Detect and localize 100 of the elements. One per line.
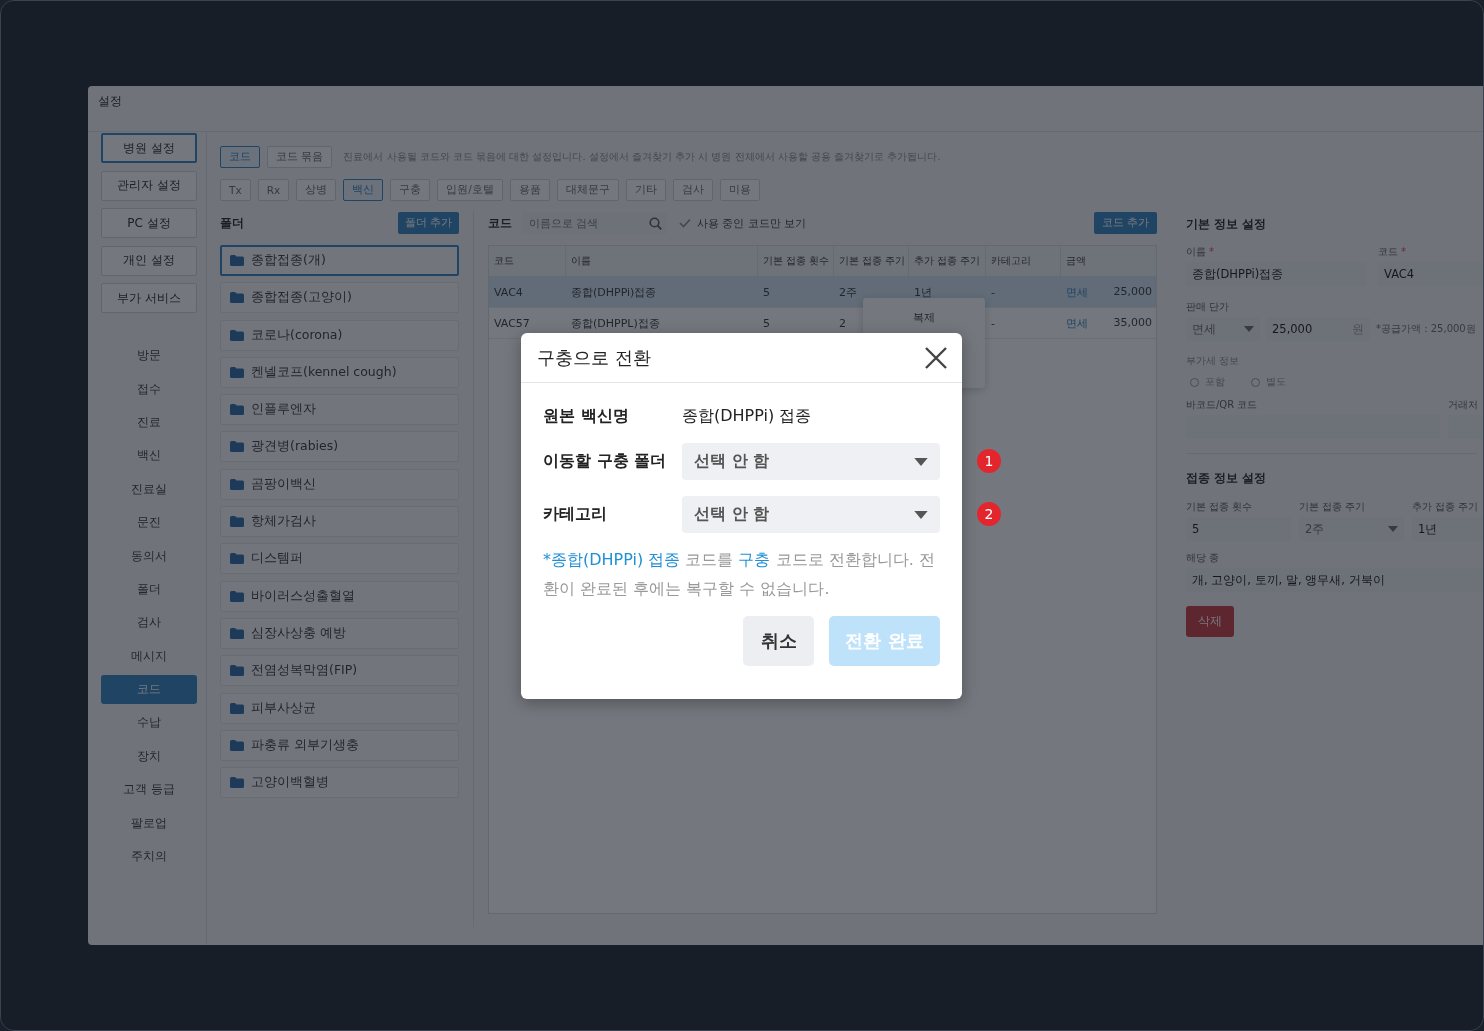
column-header: 추가 접종 주기: [909, 246, 986, 276]
nav-item[interactable]: 팔로업: [101, 806, 197, 840]
nav-item[interactable]: 메시지: [101, 639, 197, 673]
table-cell-text: 5: [762, 316, 771, 330]
nav-item[interactable]: 동의서: [101, 539, 197, 573]
delete-button[interactable]: 삭제: [1186, 606, 1234, 637]
nav-item[interactable]: 폴더: [101, 572, 197, 607]
table-cell-text: 35,000: [1112, 315, 1152, 331]
add-folder-button[interactable]: 폴더 추가: [397, 212, 459, 234]
folder-item[interactable]: 파충류 외부기생충: [220, 729, 459, 761]
tax-link[interactable]: 면세: [1061, 315, 1088, 331]
section-title: 기본 정보 설정: [1186, 216, 1268, 232]
filter-tab[interactable]: 미용: [719, 179, 760, 201]
close-icon[interactable]: [924, 345, 948, 370]
nav-item[interactable]: 접수: [101, 372, 197, 406]
table-row[interactable]: VAC4 종합(DHPPi)접종 5 2주 1년 - 면세 25,000: [489, 277, 1156, 308]
folder-icon: [230, 553, 244, 565]
folder-item[interactable]: 고양이백혈병: [220, 767, 459, 799]
nav-item[interactable]: 진료실: [101, 472, 197, 506]
nav-item[interactable]: 검사: [101, 606, 197, 640]
nav-item[interactable]: 고객 등급: [101, 773, 197, 807]
folder-item[interactable]: 광견병(rabies): [220, 431, 459, 463]
nav-item[interactable]: 문진: [101, 505, 197, 540]
table-cell-text: 1년: [913, 284, 933, 300]
column-header: 카테고리: [986, 246, 1061, 276]
folder-item[interactable]: 피부사상균: [220, 692, 459, 724]
caret-icon: [1388, 526, 1398, 532]
folder-icon: [230, 255, 244, 266]
folder-icon: [230, 516, 244, 528]
filter-tab[interactable]: 코드: [220, 146, 260, 168]
folder-icon: [230, 627, 244, 639]
folder-item[interactable]: 디스템퍼: [220, 543, 459, 575]
table-cell-text: -: [990, 285, 996, 299]
folder-item[interactable]: 인플루엔자: [220, 394, 459, 426]
settings-tab[interactable]: 관리자 설정: [101, 170, 197, 201]
folder-item[interactable]: 곰팡이백신: [220, 468, 459, 500]
menu-item[interactable]: 복제: [903, 308, 945, 327]
folder-icon: [230, 366, 244, 378]
search-icon: [649, 216, 662, 230]
field-label: 카테고리: [543, 504, 608, 525]
checkbox[interactable]: [679, 218, 691, 228]
filter-tab[interactable]: 입원/호텔: [437, 179, 503, 201]
filter-tab[interactable]: 검사: [672, 179, 713, 201]
folder-item[interactable]: 심장사상충 예방: [220, 617, 459, 649]
supply-price-note: *공급가액 : 25,000원: [1376, 322, 1476, 336]
field-label: 추가 접종 주기: [1412, 501, 1479, 512]
add-code-button[interactable]: 코드 추가: [1093, 212, 1157, 234]
caret-icon: [914, 510, 928, 519]
table-cell-text: VAC4: [493, 285, 524, 299]
cancel-button[interactable]: 취소: [743, 616, 814, 666]
required-mark: *: [1209, 246, 1214, 257]
select-field[interactable]: 선택 안 함: [682, 443, 940, 480]
caret-icon: [914, 457, 928, 466]
field-label: 이동할 구충 폴더: [543, 451, 668, 472]
folder-icon: [230, 292, 244, 304]
filter-tab[interactable]: 대체문구: [556, 179, 619, 201]
select-field[interactable]: 선택 안 함: [682, 496, 940, 533]
nav-item[interactable]: 주치의: [101, 839, 197, 874]
filter-tab[interactable]: 구충: [390, 179, 431, 201]
folder-item[interactable]: 종합접종(고양이): [220, 282, 459, 314]
settings-tab[interactable]: 병원 설정: [101, 133, 197, 163]
tax-link[interactable]: 면세: [1061, 284, 1088, 300]
folder-item[interactable]: 전염성복막염(FIP): [220, 655, 459, 687]
field-label: 판매 단가: [1186, 301, 1230, 312]
folder-icon: [230, 665, 244, 677]
table-cell-text: 2: [838, 316, 847, 330]
settings-tab[interactable]: 부가 서비스: [101, 283, 197, 313]
column-header: 기본 접종 횟수: [758, 246, 834, 276]
nav-item[interactable]: 진료: [101, 405, 197, 440]
nav-item[interactable]: 코드: [101, 675, 197, 705]
folder-icon: [230, 739, 244, 751]
nav-item[interactable]: 수납: [101, 706, 197, 740]
folder-item[interactable]: 항체가검사: [220, 506, 459, 538]
filter-tab[interactable]: 백신: [343, 179, 384, 201]
nav-item[interactable]: 백신: [101, 439, 197, 473]
table-cell-text: 종합(DHPPL)접종: [570, 315, 661, 331]
nav-item[interactable]: 방문: [101, 339, 197, 373]
folder-item[interactable]: 바이러스성출혈열: [220, 580, 459, 612]
table-cell-text: 5: [762, 285, 771, 299]
settings-tab[interactable]: PC 설정: [101, 208, 197, 238]
warning-text: *종합(DHPPi) 접종 코드를 구충 코드로 전환합니다. 전환이 완료된 후에는 복구할 수 없습니다.: [543, 549, 936, 600]
section-title: 접종 정보 설정: [1186, 470, 1268, 486]
folder-item[interactable]: 켄넬코프(kennel cough): [220, 356, 459, 388]
nav-item[interactable]: 장치: [101, 739, 197, 774]
settings-tab[interactable]: 개인 설정: [101, 245, 197, 276]
folder-icon: [230, 590, 244, 602]
filter-tab[interactable]: 기타: [625, 179, 666, 201]
panel-title: 폴더: [220, 214, 244, 232]
filter-tab[interactable]: Tx: [220, 179, 251, 201]
caret-icon: [1244, 326, 1254, 332]
folder-icon: [230, 777, 244, 789]
filter-tab[interactable]: 상병: [296, 179, 337, 201]
folder-item[interactable]: 종합접종(개): [220, 245, 459, 276]
filter-tab[interactable]: 코드 묶음: [267, 146, 333, 168]
dialog-title: 구충으로 전환: [537, 345, 651, 370]
filter-tab[interactable]: Rx: [257, 179, 290, 201]
panel-title: 코드: [488, 214, 512, 232]
folder-item[interactable]: 코로나(corona): [220, 319, 459, 351]
folder-icon: [230, 478, 244, 490]
folder-icon: [230, 404, 244, 416]
